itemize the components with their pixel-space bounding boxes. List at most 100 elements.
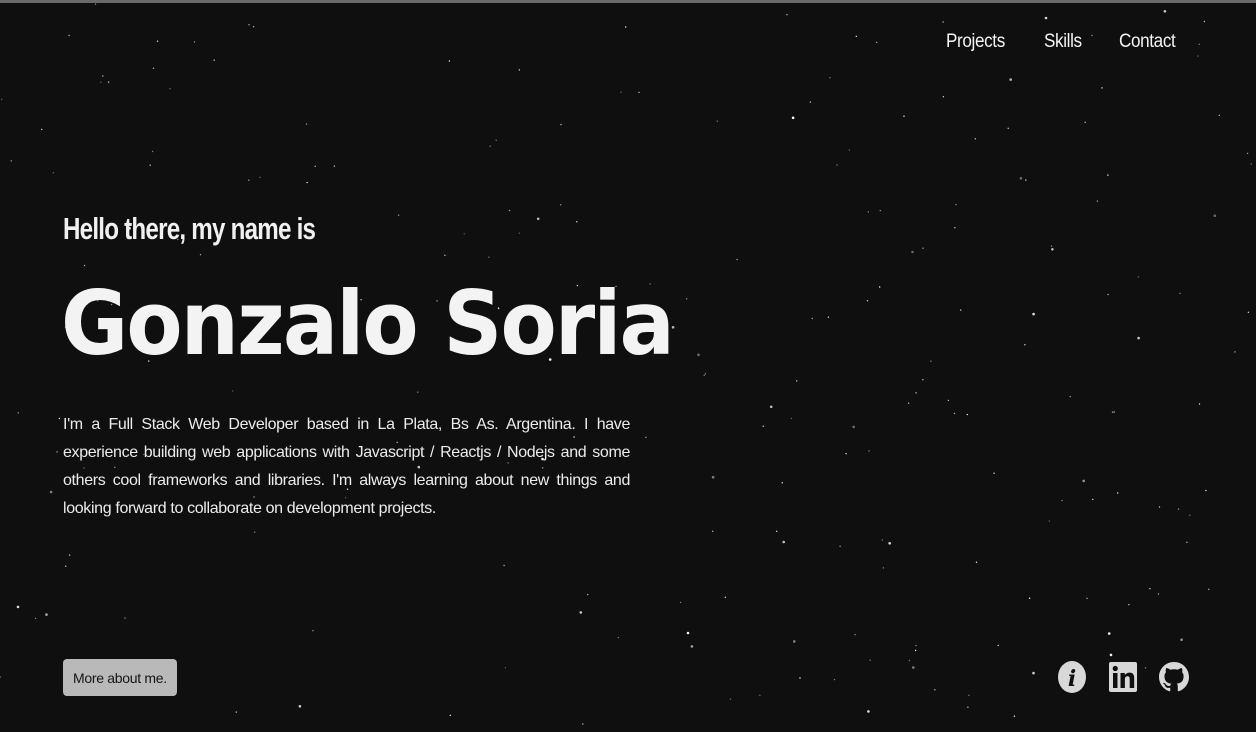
star xyxy=(930,360,932,362)
star xyxy=(1101,87,1103,89)
star xyxy=(1082,479,1085,483)
linkedin-icon[interactable] xyxy=(1107,659,1138,694)
star xyxy=(65,565,67,567)
hero-name: Gonzalo Soria xyxy=(61,272,675,375)
star xyxy=(638,91,640,94)
star xyxy=(712,530,714,532)
star xyxy=(1247,311,1250,313)
star xyxy=(83,264,86,267)
star xyxy=(809,101,812,103)
star xyxy=(1028,597,1031,599)
star xyxy=(827,316,830,318)
star xyxy=(881,539,883,541)
star xyxy=(645,436,647,438)
github-icon[interactable] xyxy=(1158,659,1189,694)
star xyxy=(149,164,151,166)
more-about-me-button[interactable]: More about me. xyxy=(63,659,177,696)
nav-contact[interactable]: Contact xyxy=(1119,31,1176,53)
star xyxy=(769,405,773,409)
star xyxy=(495,139,497,141)
star xyxy=(1019,177,1023,180)
star xyxy=(1197,55,1199,57)
star xyxy=(1111,411,1114,413)
star xyxy=(716,120,718,122)
star xyxy=(449,714,451,716)
page: Projects Skills Contact Hello there, my … xyxy=(0,0,1256,732)
star xyxy=(934,689,936,691)
top-nav: Projects Skills Contact xyxy=(946,31,1182,53)
nav-projects[interactable]: Projects xyxy=(946,31,1005,53)
star xyxy=(68,34,70,37)
star xyxy=(232,390,234,392)
star xyxy=(617,636,620,639)
star xyxy=(248,24,250,26)
star xyxy=(762,425,764,427)
star xyxy=(489,145,491,147)
star xyxy=(922,247,924,249)
star xyxy=(508,209,511,212)
star xyxy=(16,605,20,609)
svg-text:i: i xyxy=(1067,666,1075,692)
star xyxy=(845,453,847,455)
star xyxy=(41,128,43,131)
star xyxy=(1024,344,1026,346)
star xyxy=(867,211,869,213)
star xyxy=(152,67,155,70)
hero-greeting: Hello there, my name is xyxy=(63,211,316,246)
star xyxy=(811,317,813,320)
star xyxy=(1109,653,1113,657)
star xyxy=(1007,127,1009,129)
star xyxy=(151,150,154,153)
star xyxy=(786,14,788,16)
star xyxy=(866,300,869,302)
star xyxy=(915,392,917,394)
star xyxy=(252,26,255,28)
star xyxy=(333,165,336,167)
star xyxy=(953,412,956,415)
star xyxy=(582,723,584,725)
star xyxy=(579,611,583,614)
star xyxy=(942,96,945,98)
star xyxy=(907,402,910,404)
star xyxy=(791,116,795,120)
star xyxy=(997,644,999,647)
star xyxy=(259,176,261,178)
star xyxy=(306,181,308,184)
star xyxy=(503,564,505,567)
star xyxy=(829,77,831,79)
star xyxy=(620,91,622,93)
star xyxy=(912,666,915,669)
star xyxy=(1203,20,1206,23)
star xyxy=(993,472,995,474)
star xyxy=(576,221,578,223)
info-icon[interactable]: i xyxy=(1056,659,1087,694)
star xyxy=(1179,292,1181,295)
star xyxy=(690,645,694,648)
star xyxy=(1149,588,1151,590)
star xyxy=(587,593,589,596)
star xyxy=(914,649,917,652)
star xyxy=(298,705,302,708)
star xyxy=(1107,632,1111,635)
star xyxy=(34,617,37,620)
star xyxy=(49,490,53,494)
nav-skills[interactable]: Skills xyxy=(1044,31,1082,53)
star xyxy=(1048,520,1051,522)
star xyxy=(68,554,71,556)
star xyxy=(776,530,778,532)
star xyxy=(488,256,490,258)
star xyxy=(922,379,924,381)
star xyxy=(417,391,419,393)
star xyxy=(697,353,700,357)
star xyxy=(1032,312,1035,316)
star xyxy=(1051,248,1054,251)
star xyxy=(975,561,978,563)
star xyxy=(1050,245,1053,247)
star xyxy=(536,217,540,221)
star xyxy=(518,69,520,71)
star xyxy=(782,540,785,544)
star xyxy=(799,677,801,679)
star xyxy=(781,482,783,484)
star xyxy=(1234,351,1236,353)
star xyxy=(1061,499,1063,502)
